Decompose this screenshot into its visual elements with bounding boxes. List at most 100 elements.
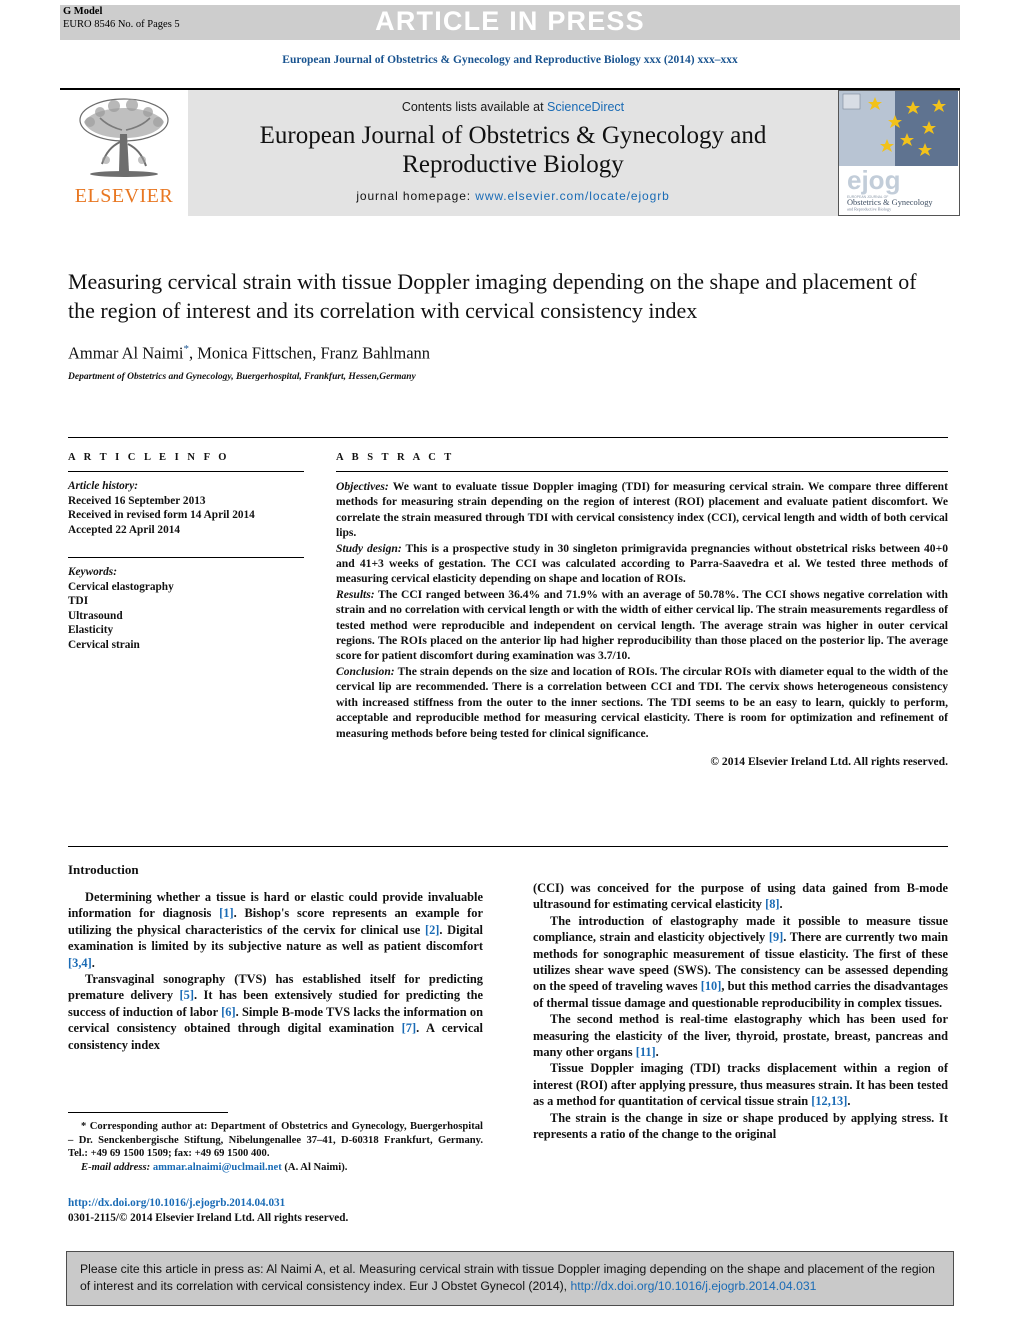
- citation-ref[interactable]: [9]: [769, 930, 783, 944]
- abstract-section-text: This is a prospective study in 30 single…: [336, 541, 948, 586]
- citation-ref[interactable]: [5]: [180, 988, 194, 1002]
- cover-artwork-icon: ejog EUROPEAN JOURNAL OF Obstetrics & Gy…: [839, 91, 958, 214]
- journal-cover-thumbnail[interactable]: ejog EUROPEAN JOURNAL OF Obstetrics & Gy…: [838, 90, 960, 216]
- paragraph: Tissue Doppler imaging (TDI) tracks disp…: [533, 1060, 948, 1109]
- title-block: Measuring cervical strain with tissue Do…: [68, 268, 948, 382]
- para-text: .: [847, 1094, 851, 1109]
- contents-prefix: Contents lists available at: [401, 100, 548, 114]
- introduction-right-column: (CCI) was conceived for the purpose of u…: [533, 880, 948, 1143]
- article-in-press-band: ARTICLE IN PRESS: [60, 5, 960, 40]
- citation-ref[interactable]: [6]: [221, 1005, 235, 1019]
- abstract-section-text: We want to evaluate tissue Doppler imagi…: [336, 480, 948, 540]
- paragraph: (CCI) was conceived for the purpose of u…: [533, 880, 948, 913]
- journal-masthead: ELSEVIER Contents lists available at Sci…: [60, 88, 960, 218]
- journal-homepage-line: journal homepage: www.elsevier.com/locat…: [188, 189, 838, 203]
- article-history-label: Article history:: [68, 480, 138, 492]
- paragraph: The introduction of elastography made it…: [533, 913, 948, 1011]
- para-text: .: [779, 897, 783, 912]
- citation-ref[interactable]: [12,13]: [811, 1094, 847, 1108]
- cite-doi-link[interactable]: http://dx.doi.org/10.1016/j.ejogrb.2014.…: [570, 1279, 816, 1293]
- paragraph: The strain is the change in size or shap…: [533, 1110, 948, 1143]
- citation-ref[interactable]: [8]: [765, 897, 779, 911]
- para-text: .: [655, 1045, 659, 1060]
- journal-title: European Journal of Obstetrics & Gynecol…: [259, 122, 767, 178]
- issn-copyright-line: 0301-2115/© 2014 Elsevier Ireland Ltd. A…: [68, 1211, 349, 1224]
- article-history-block: Article history: Received 16 September 2…: [68, 479, 304, 537]
- introduction-heading: Introduction: [68, 862, 139, 877]
- citation-ref[interactable]: [3,4]: [68, 956, 92, 970]
- history-accepted: Accepted 22 April 2014: [68, 523, 181, 536]
- article-info-column: A R T I C L E I N F O Article history: R…: [68, 452, 304, 652]
- abstract-section-label: Results:: [336, 587, 375, 601]
- svg-text:ejog: ejog: [847, 165, 900, 195]
- history-revised: Received in revised form 14 April 2014: [68, 509, 255, 521]
- keyword-item: Cervical strain: [68, 638, 140, 651]
- citation-ref[interactable]: [2]: [425, 923, 439, 937]
- email-link[interactable]: ammar.alnaimi@uclmail.net: [153, 1162, 282, 1173]
- para-text: Tissue Doppler imaging (TDI) tracks disp…: [533, 1061, 948, 1109]
- para-text: .: [91, 955, 95, 970]
- abstract-section: Study design: This is a prospective stud…: [336, 541, 948, 587]
- running-head: European Journal of Obstetrics & Gynecol…: [282, 54, 738, 66]
- keywords-rule: [68, 557, 304, 558]
- citation-ref[interactable]: [10]: [701, 979, 722, 993]
- keyword-item: Cervical elastography: [68, 580, 174, 593]
- footnote-block: * Corresponding author at: Department of…: [68, 1120, 483, 1174]
- abstract-section-label: Conclusion:: [336, 664, 395, 678]
- citation-ref[interactable]: [11]: [636, 1045, 656, 1059]
- euro-pages-label: EURO 8546 No. of Pages 5: [63, 18, 180, 30]
- keyword-item: Elasticity: [68, 624, 114, 636]
- para-text: The second method is real-time elastogra…: [533, 1012, 948, 1060]
- article-info-rule: [68, 471, 304, 472]
- cite-this-article-box: Please cite this article in press as: Al…: [66, 1251, 954, 1306]
- masthead-center: Contents lists available at ScienceDirec…: [188, 90, 838, 216]
- para-text: The strain is the change in size or shap…: [533, 1110, 948, 1142]
- keyword-item: TDI: [68, 595, 89, 607]
- homepage-url-link[interactable]: www.elsevier.com/locate/ejogrb: [475, 189, 669, 203]
- citation-ref[interactable]: [7]: [402, 1021, 416, 1035]
- doi-link[interactable]: http://dx.doi.org/10.1016/j.ejogrb.2014.…: [68, 1196, 483, 1211]
- abstract-heading: A B S T R A C T: [336, 452, 455, 463]
- abstract-section-label: Study design:: [336, 541, 402, 555]
- abstract-section-text: The CCI ranged between 36.4% and 71.9% w…: [336, 587, 948, 663]
- author-rest: , Monica Fittschen, Franz Bahlmann: [188, 343, 431, 363]
- keywords-label: Keywords:: [68, 566, 117, 578]
- abstract-section: Objectives: We want to evaluate tissue D…: [336, 479, 948, 541]
- article-in-press-label: ARTICLE IN PRESS: [375, 6, 645, 36]
- para-text: (CCI) was conceived for the purpose of u…: [533, 881, 948, 912]
- paper-title: Measuring cervical strain with tissue Do…: [68, 269, 917, 323]
- abstract-section: Results: The CCI ranged between 36.4% an…: [336, 587, 948, 664]
- doi-block: http://dx.doi.org/10.1016/j.ejogrb.2014.…: [68, 1196, 483, 1225]
- email-note: E-mail address: ammar.alnaimi@uclmail.ne…: [68, 1161, 483, 1175]
- divider-below-abstract: [68, 846, 948, 847]
- author-list: Ammar Al Naimi*, Monica Fittschen, Franz…: [68, 343, 948, 364]
- svg-text:and Reproductive Biology: and Reproductive Biology: [847, 207, 892, 212]
- corresponding-author-note: * Corresponding author at: Department of…: [68, 1120, 483, 1161]
- article-page: ARTICLE IN PRESS G Model EURO 8546 No. o…: [0, 0, 1020, 1320]
- elsevier-logo: ELSEVIER: [60, 90, 188, 216]
- g-model-note: G Model EURO 8546 No. of Pages 5: [63, 6, 180, 31]
- homepage-label: journal homepage:: [356, 189, 472, 203]
- introduction-left-text: Determining whether a tissue is hard or …: [68, 889, 483, 1053]
- abstract-body: Objectives: We want to evaluate tissue D…: [336, 479, 948, 741]
- abstract-section: Conclusion: The strain depends on the si…: [336, 664, 948, 741]
- divider-above-abstract: [68, 437, 948, 438]
- footnote-text: Corresponding author at: Department of O…: [68, 1121, 483, 1160]
- abstract-rule: [336, 471, 948, 472]
- elsevier-tree-icon: [79, 98, 169, 177]
- citation-ref[interactable]: [1]: [219, 906, 233, 920]
- footnote-divider: [68, 1112, 228, 1113]
- contents-list-line: Contents lists available at ScienceDirec…: [188, 100, 838, 114]
- g-model-label: G Model: [63, 6, 103, 17]
- abstract-section-text: The strain depends on the size and locat…: [336, 664, 948, 740]
- article-info-heading: A R T I C L E I N F O: [68, 452, 230, 463]
- elsevier-wordmark: ELSEVIER: [74, 185, 174, 207]
- keywords-block: Keywords: Cervical elastography TDI Ultr…: [68, 565, 304, 652]
- abstract-column: A B S T R A C T Objectives: We want to e…: [336, 452, 948, 768]
- keyword-item: Ultrasound: [68, 609, 123, 622]
- author-first: Ammar Al Naimi: [68, 343, 184, 363]
- paragraph: Determining whether a tissue is hard or …: [68, 889, 483, 971]
- abstract-section-label: Objectives:: [336, 480, 389, 493]
- affiliation: Department of Obstetrics and Gynecology,…: [68, 371, 416, 382]
- sciencedirect-link[interactable]: ScienceDirect: [547, 100, 624, 114]
